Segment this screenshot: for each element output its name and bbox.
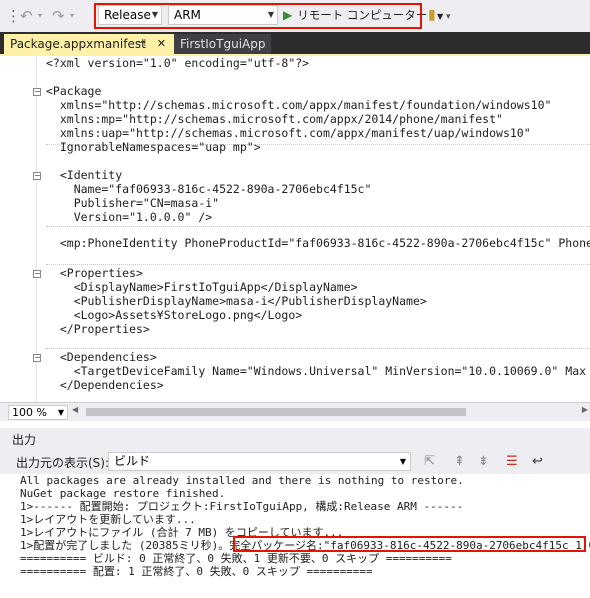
section-separator bbox=[46, 226, 590, 227]
output-toolbar: 出力元の表示(S): ビルド ▼ ⇱ ⇞ ⇟ ☰ ↩ bbox=[0, 448, 590, 475]
chevron-down-icon[interactable]: ▼ bbox=[437, 12, 443, 21]
outline-margin bbox=[36, 56, 37, 402]
go-to-location-icon[interactable]: ⇱ bbox=[424, 454, 435, 469]
output-line: ========== 配置: 1 正常終了、0 失敗、0 スキップ ======… bbox=[20, 565, 373, 578]
code-line: <mp:PhoneIdentity PhoneProductId="faf069… bbox=[46, 236, 590, 250]
code-line: xmlns:uap="http://schemas.microsoft.com/… bbox=[46, 126, 531, 140]
code-line: <?xml version="1.0" encoding="utf-8"?> bbox=[46, 56, 310, 70]
output-line: 1>レイアウトを更新しています... bbox=[20, 513, 196, 526]
code-line: <Dependencies> bbox=[46, 350, 157, 364]
code-line: </Dependencies> bbox=[46, 378, 164, 392]
word-wrap-icon[interactable]: ↩ bbox=[532, 454, 543, 469]
code-line: Version="1.0.0.0" /> bbox=[46, 210, 213, 224]
zoom-value: 100 % bbox=[12, 406, 47, 419]
close-icon[interactable]: ✕ bbox=[157, 34, 166, 54]
code-line: <Package bbox=[46, 84, 102, 98]
folder-icon[interactable]: ▮ bbox=[428, 7, 436, 23]
output-line: ========== ビルド: 0 正常終了、0 失敗、1 更新不要、0 スキッ… bbox=[20, 552, 452, 565]
output-panel-header: 出力 bbox=[0, 428, 590, 448]
code-editor[interactable]: − − − − <?xml version="1.0" encoding="ut… bbox=[0, 56, 590, 402]
output-source-value: ビルド bbox=[114, 454, 151, 468]
code-line: <Identity bbox=[46, 168, 123, 182]
tab-label: Package.appxmanifest bbox=[10, 37, 146, 51]
chevron-down-icon: ▼ bbox=[57, 408, 64, 417]
undo-icon[interactable]: ↶ bbox=[20, 7, 33, 25]
fold-toggle-icon[interactable]: − bbox=[33, 354, 41, 362]
highlight-box bbox=[233, 536, 586, 552]
clear-all-icon[interactable]: ☰ bbox=[506, 454, 518, 469]
section-separator bbox=[46, 348, 590, 349]
code-line: <DisplayName>FirstIoTguiApp</DisplayName… bbox=[46, 280, 358, 294]
code-line: <TargetDeviceFamily Name="Windows.Univer… bbox=[46, 364, 587, 378]
horizontal-scrollbar[interactable]: ◀ ▶ bbox=[72, 405, 590, 417]
code-line: Name="faf06933-816c-4522-890a-2706ebc4f1… bbox=[46, 182, 372, 196]
next-message-icon[interactable]: ⇟ bbox=[478, 454, 489, 469]
scroll-left-icon[interactable]: ◀ bbox=[72, 405, 78, 414]
output-source-label: 出力元の表示(S): bbox=[16, 456, 110, 470]
redo-icon[interactable]: ↷ bbox=[52, 7, 65, 25]
pin-icon[interactable]: ⊣ bbox=[137, 34, 146, 54]
scrollbar-thumb[interactable] bbox=[86, 408, 466, 416]
code-line: </Properties> bbox=[46, 322, 150, 336]
grip-icon: ⋮ bbox=[6, 7, 21, 25]
fold-toggle-icon[interactable]: − bbox=[33, 270, 41, 278]
section-separator bbox=[46, 264, 590, 265]
toolbar-overflow-icon[interactable]: ▾ bbox=[446, 12, 451, 22]
code-line: xmlns="http://schemas.microsoft.com/appx… bbox=[46, 98, 552, 112]
output-line: 1>------ 配置開始: プロジェクト:FirstIoTguiApp, 構成… bbox=[20, 500, 464, 513]
previous-message-icon[interactable]: ⇞ bbox=[454, 454, 465, 469]
tab-bar: Package.appxmanifest ⊣ ✕ FirstIoTguiApp bbox=[0, 32, 590, 54]
output-line: All packages are already installed and t… bbox=[20, 474, 464, 487]
output-line: NuGet package restore finished. bbox=[20, 487, 226, 500]
fold-toggle-icon[interactable]: − bbox=[33, 172, 41, 180]
editor-gutter bbox=[0, 56, 32, 402]
tab-label: FirstIoTguiApp bbox=[180, 37, 266, 51]
tab-package-manifest[interactable]: Package.appxmanifest ⊣ ✕ bbox=[4, 34, 174, 54]
code-line: IgnorableNamespaces="uap mp"> bbox=[46, 140, 261, 154]
redo-dropdown-icon[interactable]: ▾ bbox=[70, 11, 74, 20]
output-source-select[interactable]: ビルド ▼ bbox=[108, 452, 411, 471]
output-panel-title: 出力 bbox=[12, 433, 37, 447]
code-line: <Properties> bbox=[46, 266, 143, 280]
scroll-right-icon[interactable]: ▶ bbox=[582, 405, 588, 414]
chevron-down-icon: ▼ bbox=[399, 457, 406, 466]
fold-toggle-icon[interactable]: − bbox=[33, 88, 41, 96]
code-line: xmlns:mp="http://schemas.microsoft.com/a… bbox=[46, 112, 503, 126]
zoom-select[interactable]: 100 % ▼ bbox=[8, 405, 68, 420]
code-line: <PublisherDisplayName>masa-i</PublisherD… bbox=[46, 294, 427, 308]
code-line: Publisher="CN=masa-i" bbox=[46, 196, 220, 210]
tab-firstiotguiapp[interactable]: FirstIoTguiApp bbox=[174, 34, 272, 54]
highlight-box bbox=[94, 3, 422, 29]
editor-status-bar: 100 % ▼ ◀ ▶ bbox=[0, 402, 590, 421]
undo-dropdown-icon[interactable]: ▾ bbox=[38, 11, 42, 20]
code-line: <Logo>Assets¥StoreLogo.png</Logo> bbox=[46, 308, 303, 322]
